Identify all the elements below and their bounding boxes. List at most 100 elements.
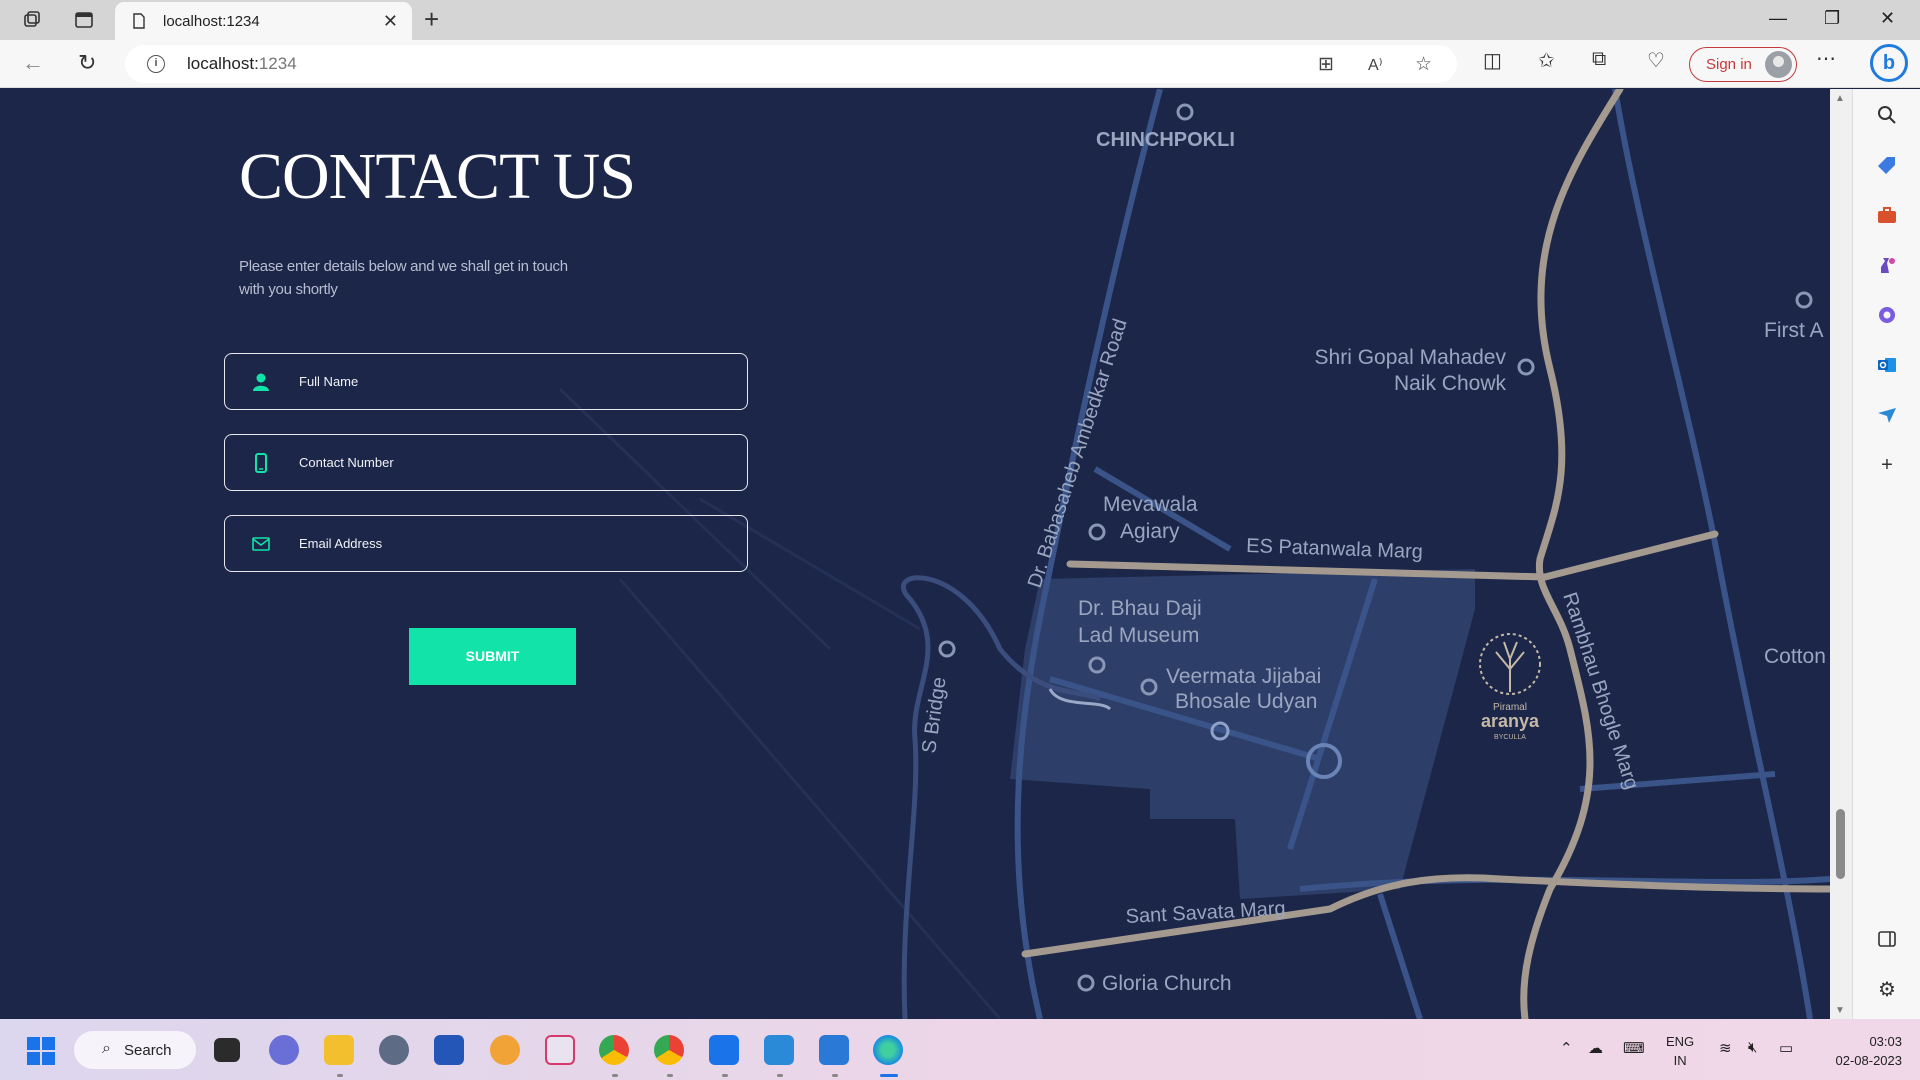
map-label-bhau-2: Lad Museum (1078, 624, 1199, 647)
hide-sidebar-icon[interactable] (1875, 927, 1899, 951)
outlook-icon[interactable] (1875, 353, 1899, 377)
running-indicator (722, 1074, 728, 1077)
submit-button[interactable]: SUBMIT (409, 628, 576, 685)
apps-icon[interactable]: ⊞ (1318, 53, 1334, 76)
map-label-mevawala-1: Mevawala (1103, 493, 1198, 516)
scroll-down-icon[interactable]: ▼ (1835, 1005, 1845, 1016)
clock[interactable]: 03:03 02-08-2023 (1818, 1032, 1903, 1070)
settings-app-icon[interactable] (379, 1035, 409, 1065)
browser-tab[interactable]: localhost:1234 ✕ (115, 2, 412, 40)
chrome-profile-icon[interactable] (654, 1035, 684, 1065)
map-label-gloria: Gloria Church (1102, 972, 1232, 995)
vscode-icon[interactable] (764, 1035, 794, 1065)
collections-icon[interactable]: ⧉ (1592, 48, 1606, 71)
taskbar-search[interactable]: ⌕ Search (74, 1031, 196, 1069)
windows-taskbar: ⌕ Search ⌃ ☁ ⌨ ENG IN ≋ 🔇︎ ▭ 03:03 02-08… (0, 1019, 1920, 1080)
scroll-up-icon[interactable]: ▲ (1835, 93, 1845, 104)
start-windows-icon[interactable] (27, 1037, 55, 1065)
sidebar-settings-icon[interactable]: ⚙ (1875, 977, 1899, 1001)
keyboard-icon[interactable]: ⌨ (1623, 1039, 1645, 1057)
sign-in-button[interactable]: Sign in (1689, 47, 1797, 82)
address-bar[interactable]: i localhost:1234 ⊞ A⁾ ☆ (125, 45, 1457, 83)
map-label-ambedkar-road: Dr. Babasaheb Ambedkar Road (1024, 316, 1132, 590)
tab-actions-icon[interactable] (72, 9, 96, 31)
url-text[interactable]: localhost:1234 (187, 54, 297, 74)
email-address-field[interactable]: Email Address (224, 515, 748, 572)
site-info-icon[interactable]: i (147, 55, 165, 73)
volume-muted-icon[interactable]: 🔇︎ (1748, 1039, 1757, 1056)
contact-number-placeholder: Contact Number (299, 455, 394, 470)
map-label-first: First A (1764, 319, 1824, 342)
page-subtitle: Please enter details below and we shall … (239, 258, 568, 298)
map-label-veermata-1: Veermata Jijabai (1166, 665, 1321, 688)
task-view-icon[interactable] (214, 1038, 240, 1062)
shopping-tag-icon[interactable] (1875, 153, 1899, 177)
snipping-tool-icon[interactable] (545, 1035, 575, 1065)
map-label-mevawala-2: Agiary (1120, 520, 1180, 543)
map-label-bhau-1: Dr. Bhau Daji (1078, 597, 1202, 620)
app-circle-icon[interactable] (490, 1035, 520, 1065)
split-screen-icon[interactable]: ◫ (1483, 48, 1502, 73)
running-indicator (777, 1074, 783, 1077)
tools-icon[interactable] (1875, 203, 1899, 227)
search-icon: ⌕ (102, 1040, 111, 1057)
language-indicator[interactable]: ENG IN (1666, 1032, 1694, 1070)
edge-sidebar: + ⚙ (1852, 89, 1920, 1019)
mail-icon (252, 537, 270, 551)
scrollbar-thumb[interactable] (1836, 809, 1845, 879)
browser-essentials-icon[interactable]: ♡ (1647, 48, 1665, 73)
mail-icon[interactable] (709, 1035, 739, 1065)
refresh-icon[interactable]: ↻ (78, 50, 96, 76)
brand-sub: BYCULLA (1494, 734, 1526, 741)
notepad-icon[interactable] (819, 1035, 849, 1065)
drop-send-icon[interactable] (1875, 403, 1899, 427)
map-label-veermata-2: Bhosale Udyan (1175, 690, 1317, 713)
email-address-placeholder: Email Address (299, 536, 383, 551)
map-label-cotton: Cotton (1764, 645, 1826, 668)
tab-title: localhost:1234 (163, 12, 260, 30)
favorite-star-icon[interactable]: ☆ (1415, 53, 1432, 76)
file-explorer-icon[interactable] (324, 1035, 354, 1065)
games-icon[interactable] (1875, 253, 1899, 277)
active-indicator (880, 1074, 898, 1077)
map-label-rambhau: Rambhau Bhogle Marg (1558, 590, 1642, 792)
restore-icon[interactable]: ❐ (1824, 8, 1840, 29)
map-label-gopal-1: Shri Gopal Mahadev (1315, 346, 1507, 369)
avatar (1765, 51, 1792, 78)
map-label-sant-savata: Sant Savata Marg (1125, 898, 1286, 928)
contact-number-field[interactable]: Contact Number (224, 434, 748, 491)
back-icon[interactable]: ← (22, 50, 44, 76)
read-aloud-icon[interactable]: A⁾ (1368, 55, 1383, 75)
onedrive-icon[interactable]: ☁ (1588, 1039, 1603, 1057)
page-scrollbar[interactable]: ▲ ▼ (1830, 89, 1852, 1019)
edge-icon[interactable] (873, 1035, 903, 1065)
search-icon[interactable] (1875, 103, 1899, 127)
battery-icon[interactable]: ▭ (1779, 1039, 1793, 1057)
new-tab-button[interactable]: + (424, 6, 439, 32)
close-tab-icon[interactable]: ✕ (383, 11, 398, 32)
minimize-icon[interactable]: — (1769, 8, 1787, 29)
more-menu-icon[interactable]: ⋯ (1816, 46, 1836, 71)
add-sidebar-app-icon[interactable]: + (1875, 453, 1899, 477)
person-icon (253, 373, 269, 391)
full-name-field[interactable]: Full Name (224, 353, 748, 410)
close-window-icon[interactable]: ✕ (1880, 8, 1895, 29)
brand-name: aranya (1481, 711, 1540, 731)
map-label-chinchpokli: CHINCHPOKLI (1096, 129, 1235, 151)
workspaces-icon[interactable] (20, 9, 44, 31)
microsoft365-icon[interactable] (1875, 303, 1899, 327)
phone-icon (255, 453, 267, 473)
show-hidden-icons[interactable]: ⌃ (1560, 1039, 1573, 1057)
tab-bar: localhost:1234 ✕ + — ❐ ✕ (0, 0, 1920, 40)
wifi-icon[interactable]: ≋ (1719, 1039, 1732, 1057)
page-title: CONTACT US (239, 140, 636, 213)
chrome-icon[interactable] (599, 1035, 629, 1065)
map-label-patanwala: ES Patanwala Marg (1246, 535, 1423, 563)
running-indicator (612, 1074, 618, 1077)
bing-copilot-icon[interactable]: b (1870, 44, 1908, 82)
running-indicator (667, 1074, 673, 1077)
microsoft-store-icon[interactable] (434, 1035, 464, 1065)
full-name-placeholder: Full Name (299, 374, 359, 389)
favorites-icon[interactable]: ✩ (1538, 48, 1555, 73)
teams-chat-icon[interactable] (269, 1035, 299, 1065)
